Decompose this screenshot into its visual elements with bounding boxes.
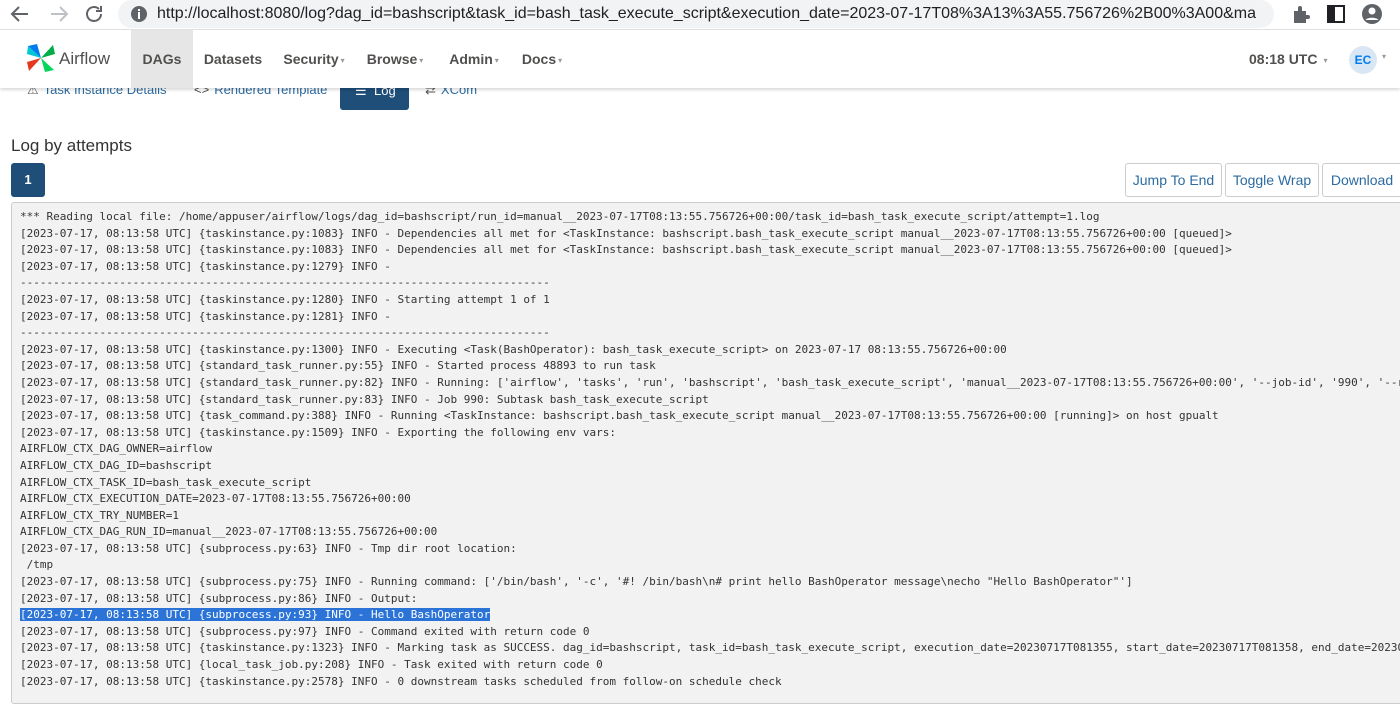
log-line: AIRFLOW_CTX_EXECUTION_DATE=2023-07-17T08… [20, 491, 1400, 508]
nav-security-label: Security [283, 51, 339, 67]
log-line: AIRFLOW_CTX_TRY_NUMBER=1 [20, 508, 1400, 525]
log-line: [2023-07-17, 08:13:58 UTC] {subprocess.p… [20, 574, 1400, 591]
browser-toolbar: http://localhost:8080/log?dag_id=bashscr… [0, 0, 1400, 30]
log-lines: *** Reading local file: /home/appuser/ai… [20, 209, 1400, 690]
log-line-text: [2023-07-17, 08:13:58 UTC] {taskinstance… [20, 641, 1400, 655]
log-line: AIRFLOW_CTX_DAG_ID=bashscript [20, 458, 1400, 475]
nav-dags[interactable]: DAGs [131, 30, 193, 88]
attempt-1-button[interactable]: 1 [11, 163, 45, 197]
reload-icon[interactable] [82, 2, 106, 26]
log-line: [2023-07-17, 08:13:58 UTC] {standard_tas… [20, 375, 1400, 392]
nav-browse-label: Browse [366, 51, 418, 67]
log-line-text: [2023-07-17, 08:13:58 UTC] {taskinstance… [20, 674, 782, 688]
nav-datasets[interactable]: Datasets [198, 30, 268, 88]
log-line-text: [2023-07-17, 08:13:58 UTC] {subprocess.p… [20, 608, 491, 622]
chevron-down-icon[interactable]: ▾ [1382, 52, 1386, 61]
log-line-text: /tmp [20, 558, 54, 572]
log-line-text: AIRFLOW_CTX_DAG_OWNER=airflow [20, 442, 213, 456]
log-line: [2023-07-17, 08:13:58 UTC] {taskinstance… [20, 259, 1400, 276]
log-line-text: *** Reading local file: /home/appuser/ai… [20, 210, 1100, 223]
log-line: ----------------------------------------… [20, 275, 1400, 292]
log-line-text: [2023-07-17, 08:13:58 UTC] {subprocess.p… [20, 575, 1133, 589]
log-line-text: [2023-07-17, 08:13:58 UTC] {task_command… [20, 409, 1219, 423]
info-icon[interactable] [129, 4, 149, 24]
page-title: Log by attempts [11, 136, 132, 155]
address-bar[interactable]: http://localhost:8080/log?dag_id=bashscr… [118, 0, 1274, 28]
log-line: [2023-07-17, 08:13:58 UTC] {taskinstance… [20, 342, 1400, 359]
log-line-text: ----------------------------------------… [20, 326, 550, 340]
log-output[interactable]: *** Reading local file: /home/appuser/ai… [11, 202, 1400, 704]
log-line-text: [2023-07-17, 08:13:58 UTC] {local_task_j… [20, 658, 603, 672]
jump-to-end-button[interactable]: Jump To End [1125, 163, 1222, 197]
log-line: [2023-07-17, 08:13:58 UTC] {taskinstance… [20, 226, 1400, 243]
log-line: [2023-07-17, 08:13:58 UTC] {taskinstance… [20, 292, 1400, 309]
log-line: [2023-07-17, 08:13:58 UTC] {local_task_j… [20, 657, 1400, 674]
log-line-text: AIRFLOW_CTX_TRY_NUMBER=1 [20, 508, 179, 522]
log-line-text: [2023-07-17, 08:13:58 UTC] {taskinstance… [20, 309, 391, 323]
log-line-text: [2023-07-17, 08:13:58 UTC] {subprocess.p… [20, 541, 517, 555]
side-panel-icon[interactable] [1324, 2, 1348, 26]
log-line: [2023-07-17, 08:13:58 UTC] {taskinstance… [20, 309, 1400, 326]
log-line: AIRFLOW_CTX_DAG_RUN_ID=manual__2023-07-1… [20, 524, 1400, 541]
log-line: AIRFLOW_CTX_TASK_ID=bash_task_execute_sc… [20, 475, 1400, 492]
back-arrow-icon[interactable] [8, 2, 32, 26]
log-line: /tmp [20, 557, 1400, 574]
nav-docs[interactable]: Docs ▾ [518, 30, 566, 88]
log-line: [2023-07-17, 08:13:58 UTC] {subprocess.p… [20, 541, 1400, 558]
log-line-text: [2023-07-17, 08:13:58 UTC] {taskinstance… [20, 342, 1007, 356]
log-line-text: [2023-07-17, 08:13:58 UTC] {standard_tas… [20, 375, 1400, 389]
log-line-text: [2023-07-17, 08:13:58 UTC] {standard_tas… [20, 359, 656, 373]
url-text[interactable]: http://localhost:8080/log?dag_id=bashscr… [157, 4, 1257, 24]
log-line-text: [2023-07-17, 08:13:58 UTC] {taskinstance… [20, 425, 617, 439]
log-line-text: [2023-07-17, 08:13:58 UTC] {taskinstance… [20, 243, 1232, 257]
profile-icon[interactable] [1360, 2, 1384, 26]
log-line-text: AIRFLOW_CTX_TASK_ID=bash_task_execute_sc… [20, 475, 312, 489]
log-line-text: AIRFLOW_CTX_EXECUTION_DATE=2023-07-17T08… [20, 492, 411, 506]
log-line: [2023-07-17, 08:13:58 UTC] {taskinstance… [20, 674, 1400, 691]
chevron-down-icon: ▾ [558, 56, 563, 65]
chevron-down-icon: ▾ [1323, 56, 1328, 65]
log-line-text: AIRFLOW_CTX_DAG_ID=bashscript [20, 458, 213, 472]
log-line: [2023-07-17, 08:13:58 UTC] {taskinstance… [20, 242, 1400, 259]
nav-admin-label: Admin [449, 51, 493, 67]
log-line: ----------------------------------------… [20, 325, 1400, 342]
log-line-text: [2023-07-17, 08:13:58 UTC] {subprocess.p… [20, 624, 590, 638]
log-line-text: [2023-07-17, 08:13:58 UTC] {taskinstance… [20, 226, 1232, 240]
nav-datasets-label: Datasets [203, 51, 263, 67]
log-line-text: [2023-07-17, 08:13:58 UTC] {standard_tas… [20, 392, 709, 406]
brand-name: Airflow [59, 49, 111, 68]
log-line-text: AIRFLOW_CTX_DAG_RUN_ID=manual__2023-07-1… [20, 525, 438, 539]
log-line: AIRFLOW_CTX_DAG_OWNER=airflow [20, 441, 1400, 458]
log-line: [2023-07-17, 08:13:58 UTC] {subprocess.p… [20, 591, 1400, 608]
chevron-down-icon: ▾ [340, 56, 345, 65]
toggle-wrap-button[interactable]: Toggle Wrap [1225, 163, 1319, 197]
airflow-navbar: Airflow DAGs Datasets Security ▾ Browse ▾ … [0, 30, 1400, 88]
log-line: [2023-07-17, 08:13:58 UTC] {standard_tas… [20, 358, 1400, 375]
chevron-down-icon: ▾ [494, 56, 499, 65]
log-line: [2023-07-17, 08:13:58 UTC] {subprocess.p… [20, 607, 1400, 624]
log-line-text: [2023-07-17, 08:13:58 UTC] {subprocess.p… [20, 591, 418, 605]
nav-docs-label: Docs [521, 51, 557, 67]
airflow-logo-icon [27, 44, 55, 72]
log-line-text: ----------------------------------------… [20, 276, 550, 290]
log-line: [2023-07-17, 08:13:58 UTC] {standard_tas… [20, 392, 1400, 409]
nav-browse[interactable]: Browse ▾ [364, 30, 426, 88]
chevron-down-icon: ▾ [419, 56, 424, 65]
log-line: [2023-07-17, 08:13:58 UTC] {taskinstance… [20, 640, 1400, 657]
current-time: 08:18 UTC [1249, 51, 1318, 67]
log-line-text: [2023-07-17, 08:13:58 UTC] {taskinstance… [20, 292, 550, 306]
log-line: [2023-07-17, 08:13:58 UTC] {taskinstance… [20, 425, 1400, 442]
user-avatar[interactable]: EC [1349, 46, 1377, 74]
log-line: [2023-07-17, 08:13:58 UTC] {subprocess.p… [20, 624, 1400, 641]
timezone-menu[interactable]: 08:18 UTC ▾ [1249, 30, 1327, 88]
log-line: *** Reading local file: /home/appuser/ai… [20, 209, 1400, 226]
forward-arrow-icon[interactable] [47, 2, 71, 26]
nav-security[interactable]: Security ▾ [280, 30, 348, 88]
nav-dags-label: DAGs [142, 51, 182, 67]
extensions-puzzle-icon[interactable] [1290, 2, 1314, 26]
log-line-text: [2023-07-17, 08:13:58 UTC] {taskinstance… [20, 259, 391, 273]
log-line: [2023-07-17, 08:13:58 UTC] {task_command… [20, 408, 1400, 425]
nav-admin[interactable]: Admin ▾ [444, 30, 504, 88]
download-button[interactable]: Download [1322, 163, 1400, 197]
